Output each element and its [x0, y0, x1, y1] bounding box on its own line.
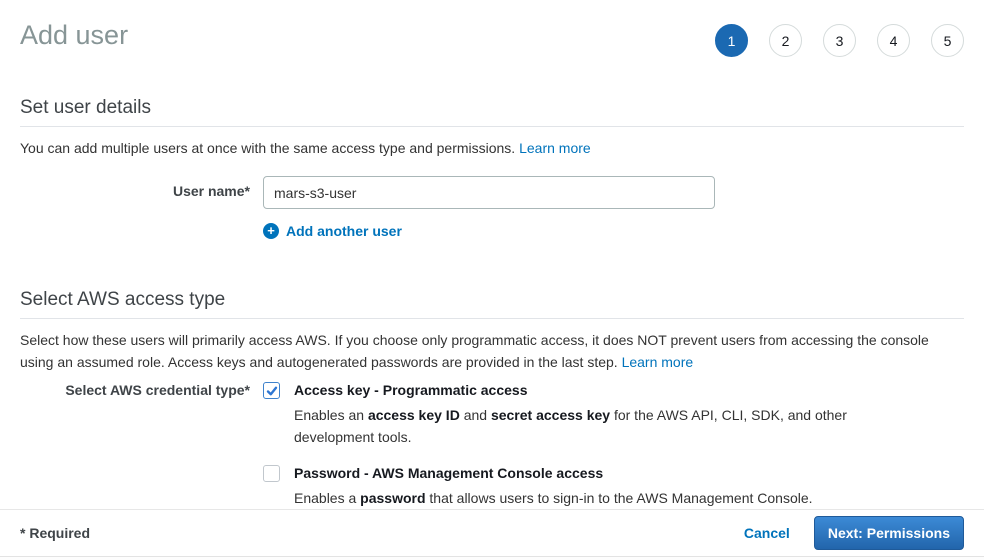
- desc-text: and: [460, 407, 491, 423]
- page-title: Add user: [20, 18, 128, 52]
- learn-more-link-users[interactable]: Learn more: [519, 140, 591, 156]
- access-key-checkbox[interactable]: [263, 382, 280, 399]
- step-4[interactable]: 4: [877, 24, 910, 57]
- check-icon: [266, 385, 278, 397]
- add-another-row: + Add another user: [20, 222, 964, 239]
- plus-circle-icon: +: [263, 223, 279, 239]
- desc-text: Enables an: [294, 407, 368, 423]
- set-user-details-heading: Set user details: [20, 97, 964, 127]
- step-3[interactable]: 3: [823, 24, 856, 57]
- username-label: User name*: [20, 176, 263, 209]
- username-row: User name*: [20, 176, 964, 209]
- wizard-footer: * Required Cancel Next: Permissions: [0, 509, 984, 556]
- add-user-wizard: Add user 1 2 3 4 5 Set user details You …: [0, 0, 984, 509]
- user-details-description: You can add multiple users at once with …: [20, 137, 964, 159]
- user-details-description-text: You can add multiple users at once with …: [20, 140, 519, 156]
- credential-type-label: Select AWS credential type*: [20, 381, 263, 448]
- next-permissions-button[interactable]: Next: Permissions: [814, 516, 964, 550]
- wizard-header: Add user 1 2 3 4 5: [20, 18, 964, 57]
- select-access-type-heading: Select AWS access type: [20, 289, 964, 319]
- desc-bold: access key ID: [368, 407, 460, 423]
- step-1[interactable]: 1: [715, 24, 748, 57]
- username-input[interactable]: [263, 176, 715, 209]
- step-2[interactable]: 2: [769, 24, 802, 57]
- add-another-user-label: Add another user: [286, 223, 402, 239]
- desc-bold: password: [360, 490, 425, 506]
- required-note: * Required: [20, 525, 90, 541]
- desc-text: Enables a: [294, 490, 360, 506]
- access-key-option-title: Access key - Programmatic access: [294, 381, 854, 400]
- desc-bold: secret access key: [491, 407, 610, 423]
- desc-text: that allows users to sign-in to the AWS …: [426, 490, 813, 506]
- password-option-desc: Enables a password that allows users to …: [294, 487, 813, 509]
- password-option-body: Password - AWS Management Console access…: [294, 464, 813, 509]
- access-type-description: Select how these users will primarily ac…: [20, 329, 964, 373]
- access-key-option-body: Access key - Programmatic access Enables…: [294, 381, 854, 448]
- password-option-row: Password - AWS Management Console access…: [20, 464, 964, 509]
- access-key-option-desc: Enables an access key ID and secret acce…: [294, 404, 854, 448]
- password-option-title: Password - AWS Management Console access: [294, 464, 813, 483]
- learn-more-link-access[interactable]: Learn more: [622, 354, 694, 370]
- access-type-description-text: Select how these users will primarily ac…: [20, 332, 929, 370]
- bottom-divider: [0, 556, 984, 560]
- wizard-step-indicator: 1 2 3 4 5: [694, 24, 964, 57]
- add-another-user-button[interactable]: + Add another user: [263, 223, 402, 239]
- step-5[interactable]: 5: [931, 24, 964, 57]
- cancel-button[interactable]: Cancel: [744, 525, 790, 541]
- access-key-option-row: Select AWS credential type* Access key -…: [20, 381, 964, 448]
- password-checkbox[interactable]: [263, 465, 280, 482]
